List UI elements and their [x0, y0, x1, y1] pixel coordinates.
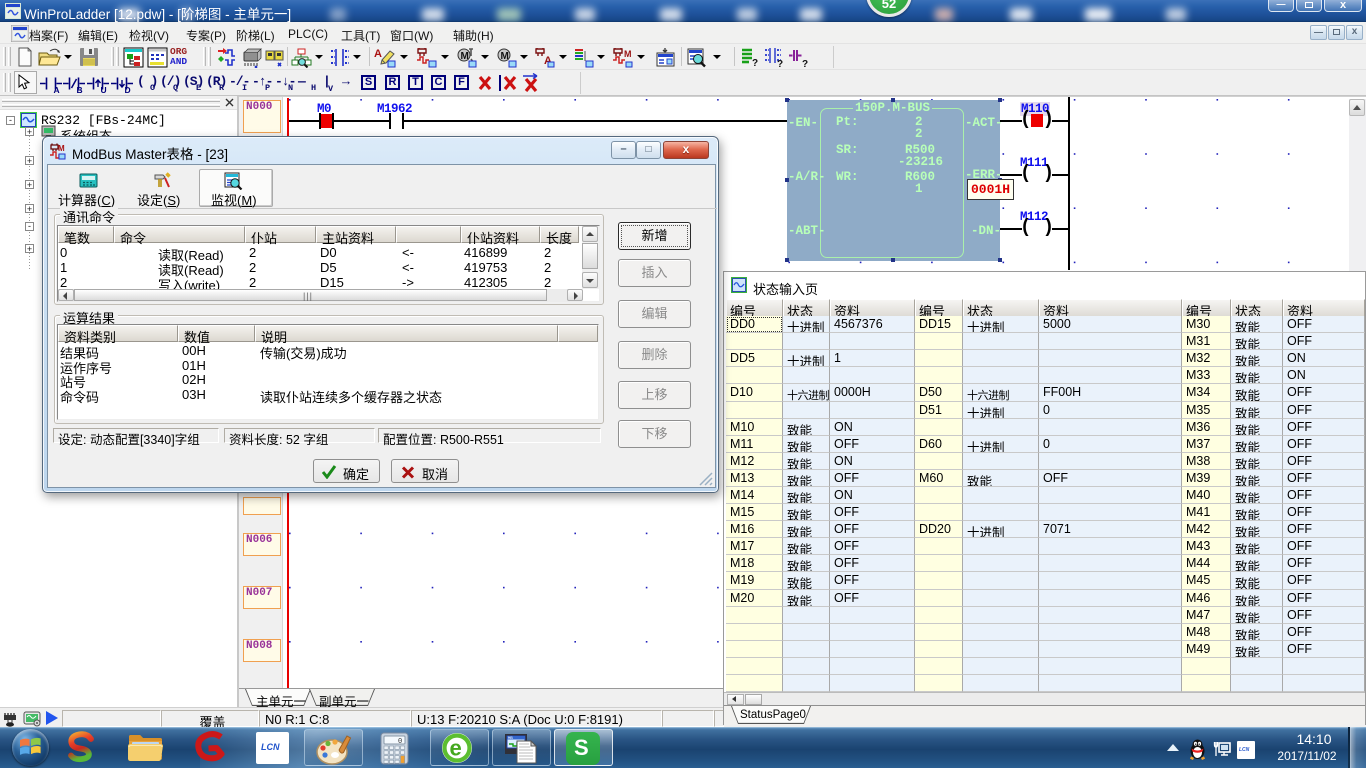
svg-text:A: A [54, 85, 60, 93]
svg-text:?: ? [752, 58, 758, 68]
svg-text:B: B [77, 85, 83, 93]
svg-text:M: M [624, 49, 632, 59]
svg-text:0: 0 [398, 738, 402, 746]
svg-text:M: M [501, 51, 509, 62]
svg-text:M: M [58, 144, 65, 153]
svg-text:MB: MB [508, 737, 513, 741]
svg-text:D: D [125, 85, 131, 93]
svg-text:?: ? [802, 59, 808, 68]
svg-text:e: e [450, 736, 462, 761]
svg-text:A: A [374, 48, 382, 60]
svg-text:M: M [461, 51, 469, 62]
svg-text:U: U [101, 85, 107, 93]
svg-text:?: ? [777, 59, 783, 68]
